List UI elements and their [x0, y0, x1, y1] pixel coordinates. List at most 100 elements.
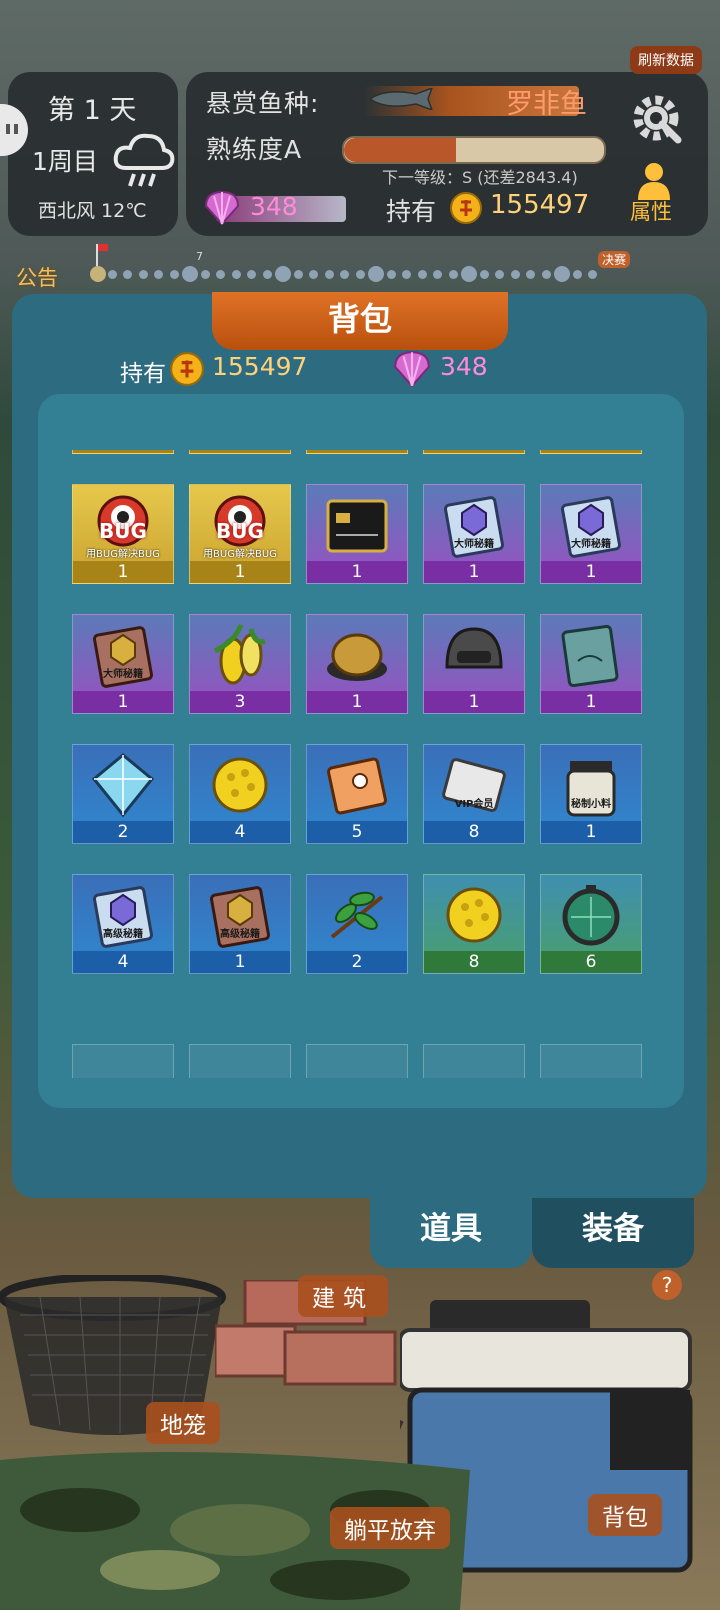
track-node — [154, 270, 163, 279]
track-node — [262, 270, 272, 279]
item-subcaption: 用BUG解决BUG — [203, 549, 277, 560]
orange-book-icon — [327, 757, 387, 815]
next-level-text: 下一等级：S (还差2843.4) — [382, 168, 578, 187]
track-node — [138, 270, 148, 279]
bait-bowl-icon — [327, 633, 387, 681]
bounty-label: 悬赏鱼种: — [206, 89, 320, 118]
inventory-slot-partial[interactable] — [540, 1044, 642, 1078]
track-node — [479, 270, 489, 279]
kernels-icon — [446, 887, 502, 943]
give-up-button[interactable]: 躺平放弃 — [330, 1507, 450, 1549]
person-icon[interactable] — [634, 160, 674, 200]
inventory-slot-partial[interactable] — [72, 1044, 174, 1078]
tab-equipment[interactable]: 装备 — [532, 1198, 694, 1268]
item-subcaption: 用BUG解决BUG — [86, 549, 160, 560]
inventory-item-corn-kernels[interactable]: 4 — [189, 744, 291, 844]
radar-icon — [562, 885, 620, 946]
track-node — [200, 270, 210, 279]
track-node — [293, 270, 303, 279]
attributes-button[interactable]: 属性 — [630, 196, 672, 226]
item-count: 1 — [541, 561, 641, 583]
track-node — [541, 270, 551, 279]
inventory-item-gold-card[interactable]: 2 — [72, 450, 174, 454]
track-milestone-node — [554, 266, 570, 282]
item-caption: 秘制小料 — [571, 799, 611, 810]
build-button[interactable]: 建筑 — [298, 1275, 388, 1317]
inventory-item-corn[interactable]: 3 — [189, 614, 291, 714]
inventory-item-fish-book[interactable]: 1 — [540, 614, 642, 714]
notice-button[interactable]: 公告 — [16, 262, 58, 292]
inventory-item-bug-fix-1[interactable]: BUG 用BUG解决BUG 1 — [72, 484, 174, 584]
track-node — [324, 270, 334, 279]
track-node — [448, 270, 458, 279]
inventory-item-big-manual-2[interactable]: 大师秘籍 1 — [540, 484, 642, 584]
help-icon[interactable]: ? — [652, 1270, 682, 1300]
inventory-item-bug-fix-2[interactable]: BUG 用BUG解决BUG 1 — [189, 484, 291, 584]
tab-items-label: 道具 — [420, 1211, 482, 1247]
inventory-grid[interactable]: 21129BUG用BUG解决BUG1BUG用BUG解决BUG11大师秘籍1大师秘… — [72, 450, 652, 1078]
fish-cage-button[interactable]: 地笼 — [146, 1402, 220, 1444]
inventory-item-fish-finder[interactable]: 6 — [540, 874, 642, 974]
inventory-item-diamond[interactable]: 2 — [72, 744, 174, 844]
inventory-item-spray-bottle[interactable]: 1 — [189, 450, 291, 454]
inventory-item-yellow-bait[interactable]: 8 — [423, 874, 525, 974]
track-node — [355, 270, 365, 279]
item-caption: 大师秘籍 — [454, 539, 494, 550]
item-count: 1 — [307, 450, 407, 453]
diamond-icon — [91, 753, 155, 818]
item-caption: 高级秘籍 — [103, 929, 143, 940]
track-milestone-node — [368, 266, 384, 282]
shell-gem-icon — [204, 190, 240, 226]
inventory-item-secret-jar[interactable]: 秘制小料 1 — [540, 744, 642, 844]
settings-gear-icon[interactable] — [628, 90, 684, 146]
refresh-data-button[interactable]: 刷新数据 — [630, 46, 702, 74]
tab-items[interactable]: 道具 — [370, 1198, 532, 1268]
inventory-item-bead-necklace[interactable]: 2 — [423, 450, 525, 454]
item-count: 1 — [424, 691, 524, 713]
item-count: 5 — [307, 821, 407, 843]
track-node — [588, 270, 597, 279]
item-count: 2 — [424, 450, 524, 453]
track-node — [309, 270, 318, 279]
bag-coin-count: 155497 — [212, 352, 308, 381]
inventory-slot-partial[interactable] — [306, 1044, 408, 1078]
track-node — [340, 270, 349, 279]
inventory-item-guitar[interactable]: 9 — [540, 450, 642, 454]
hold-label: 持有 — [386, 197, 437, 226]
rain-cloud-icon — [113, 133, 175, 187]
day-counter: 第 1 天 — [48, 95, 137, 126]
track-node — [386, 270, 396, 279]
inventory-item-big-manual-3[interactable]: 大师秘籍 1 — [72, 614, 174, 714]
inventory-item-adv-manual-2[interactable]: 高级秘籍 1 — [189, 874, 291, 974]
tab-equipment-label: 装备 — [582, 1211, 644, 1247]
inventory-item-bait-bowl[interactable]: 1 — [306, 614, 408, 714]
inventory-item-black-card[interactable]: 1 — [306, 484, 408, 584]
track-node — [216, 270, 225, 279]
inventory-item-golden-leaf[interactable]: 1 — [306, 450, 408, 454]
inventory-item-herb-leaves[interactable]: 2 — [306, 874, 408, 974]
track-node — [433, 270, 442, 279]
inventory-item-big-manual-1[interactable]: 大师秘籍 1 — [423, 484, 525, 584]
inventory-item-vip-card[interactable]: VIP会员 8 — [423, 744, 525, 844]
track-start-node — [90, 266, 106, 282]
backpack-title: 背包 — [212, 292, 508, 350]
shell-gem-icon — [394, 351, 430, 388]
track-node — [123, 270, 132, 279]
item-count: 3 — [190, 691, 290, 713]
inventory-slot-partial[interactable] — [423, 1044, 525, 1078]
backpack-button[interactable]: 背包 — [588, 1494, 662, 1536]
black-card-icon — [326, 499, 388, 553]
track-milestone-node — [461, 266, 477, 282]
flag-icon — [96, 244, 108, 266]
track-marker-7: 7 — [196, 250, 203, 263]
inventory-item-orange-book[interactable]: 5 — [306, 744, 408, 844]
item-count: 1 — [73, 691, 173, 713]
item-count: 1 — [307, 561, 407, 583]
inventory-area[interactable]: 21129BUG用BUG解决BUG1BUG用BUG解决BUG11大师秘籍1大师秘… — [38, 394, 684, 1108]
inventory-item-adv-manual-1[interactable]: 高级秘籍 4 — [72, 874, 174, 974]
inventory-slot-partial[interactable] — [189, 1044, 291, 1078]
track-milestone-node — [182, 266, 198, 282]
track-node — [231, 270, 241, 279]
inventory-item-helmet[interactable]: 1 — [423, 614, 525, 714]
item-count: 6 — [541, 951, 641, 973]
